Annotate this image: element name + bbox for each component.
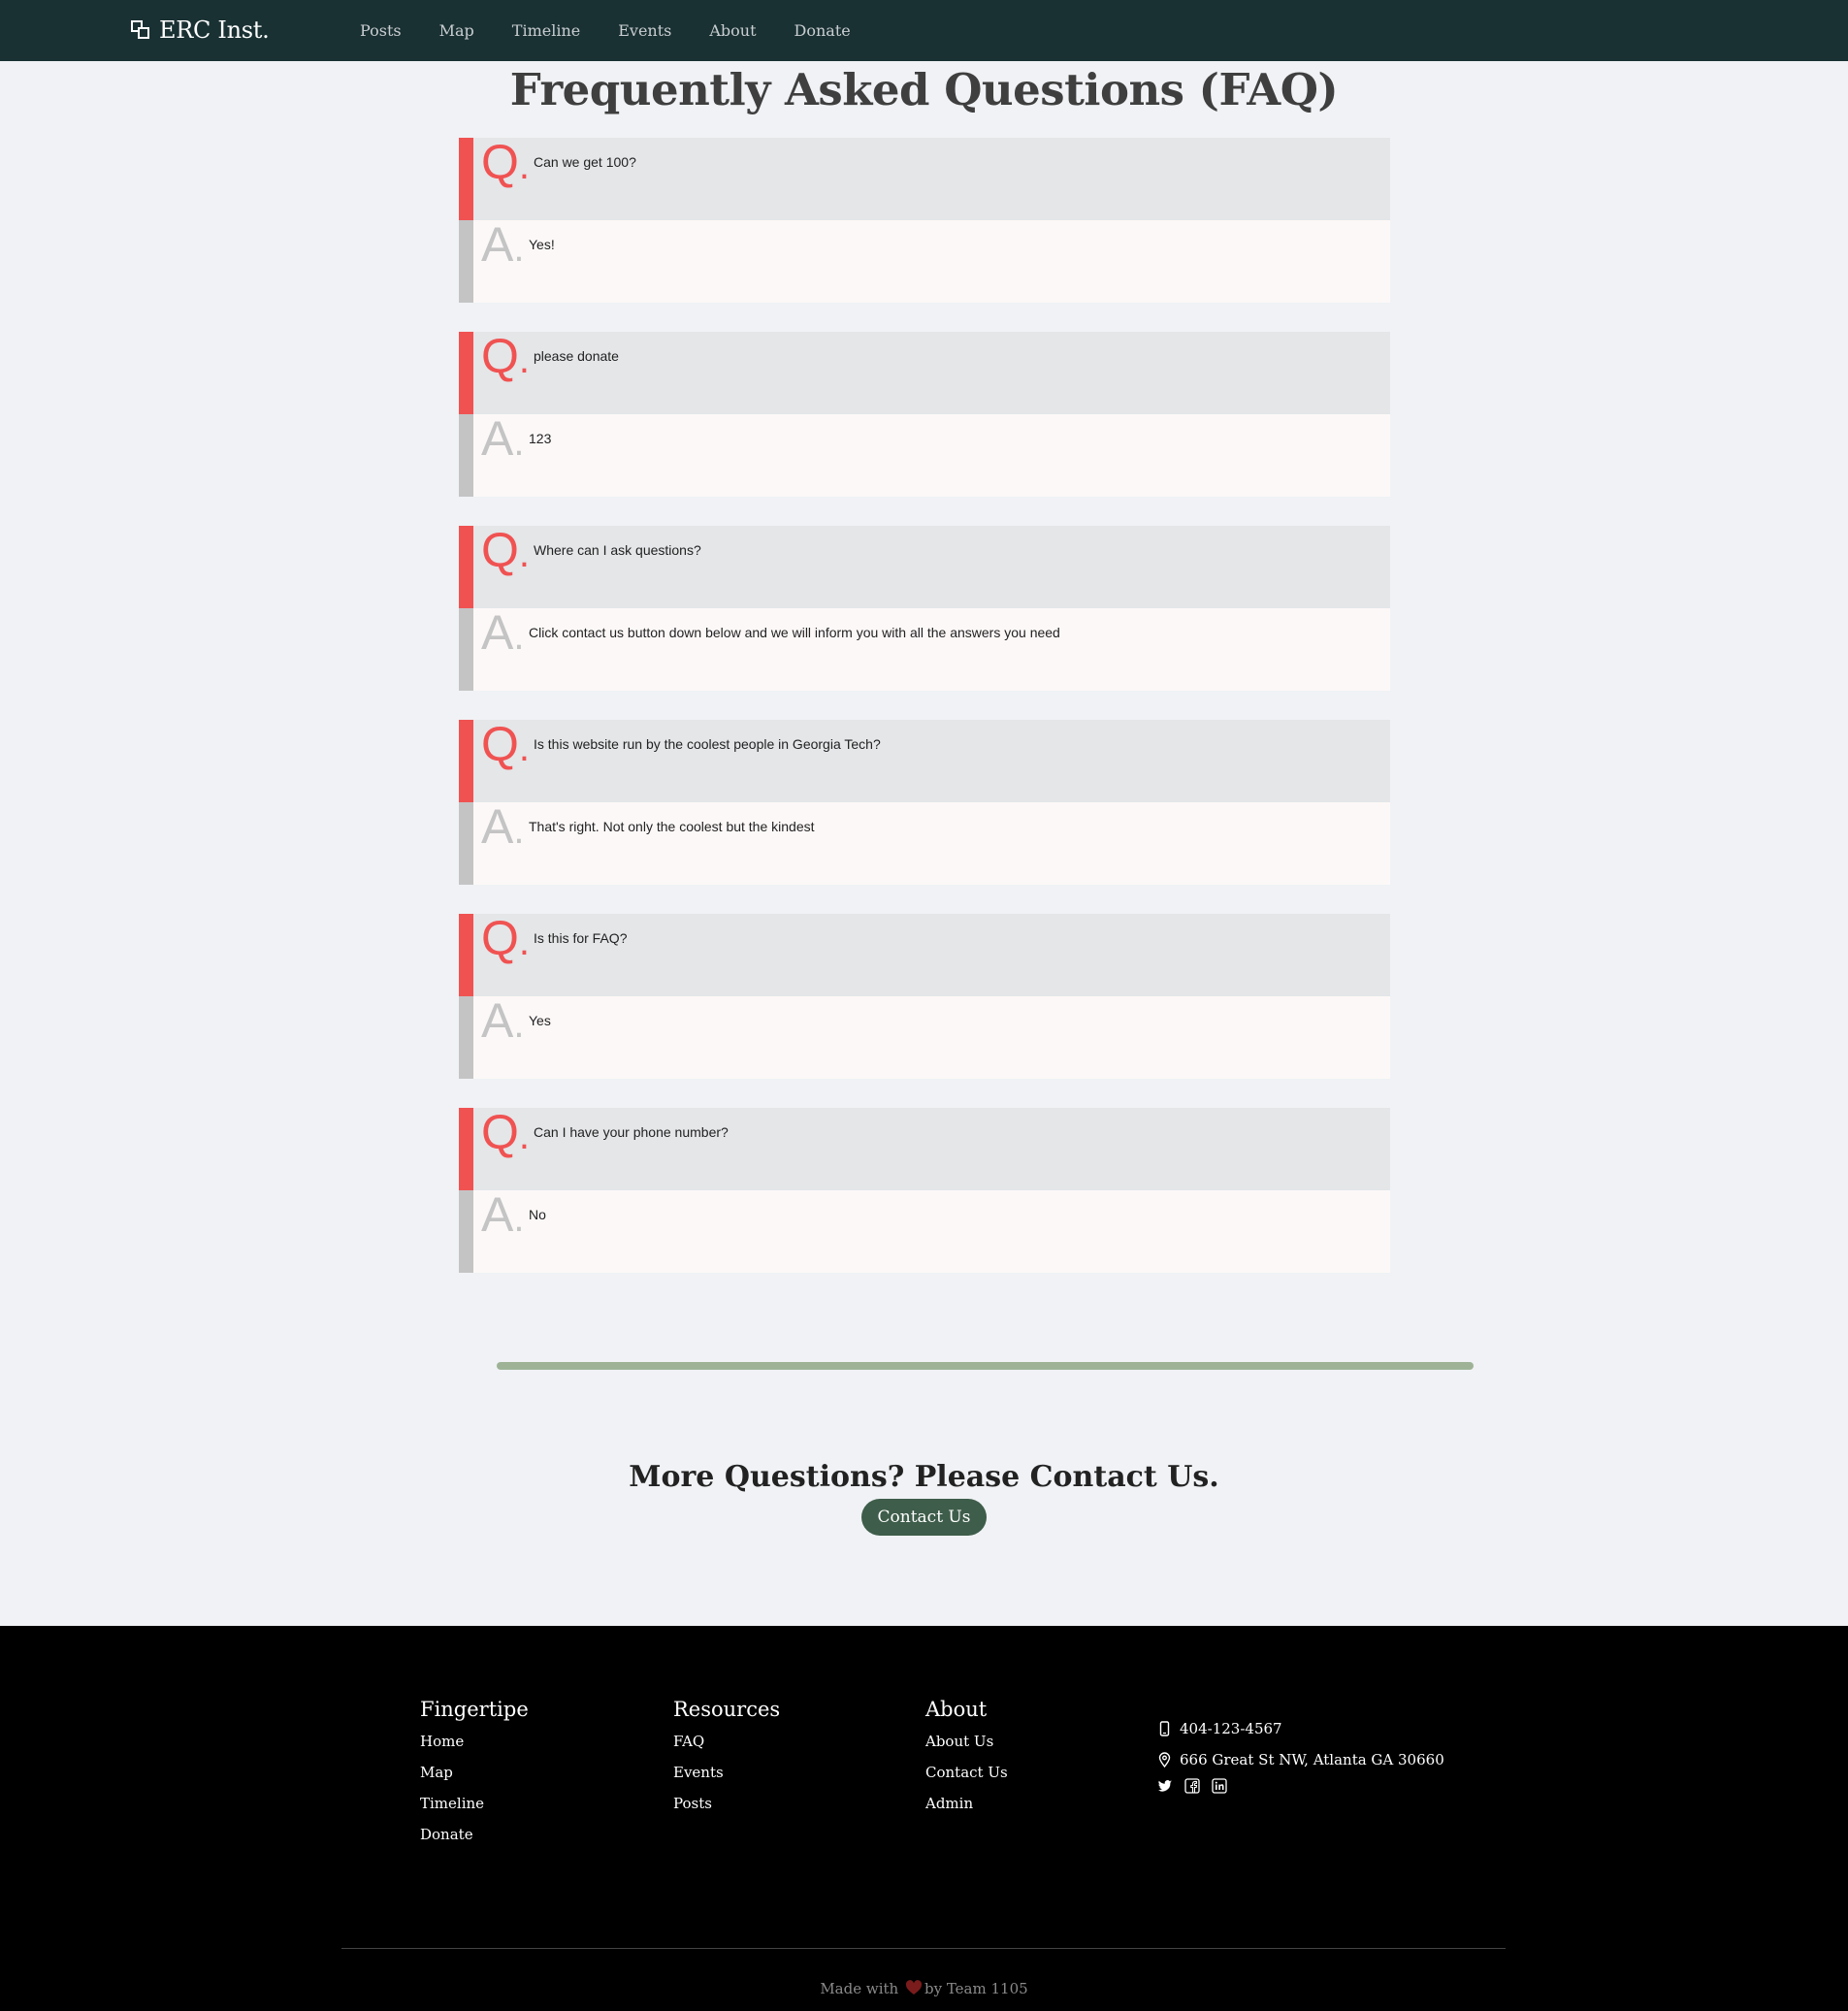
faq-item: Q. Can I have your phone number? A. No	[459, 1105, 1390, 1273]
answer-marker: A.	[481, 605, 525, 660]
linkedin-icon[interactable]	[1212, 1778, 1227, 1794]
question-text: Is this for FAQ?	[534, 930, 628, 946]
section-divider	[497, 1362, 1474, 1370]
answer-marker: A.	[481, 1187, 525, 1242]
faq-answer: A. No	[459, 1187, 1390, 1273]
faq-item: Q. Is this website run by the coolest pe…	[459, 717, 1390, 885]
phone-row: 404-123-4567	[1157, 1713, 1444, 1744]
heart-icon	[905, 1980, 923, 1999]
footer-link-contact-us[interactable]: Contact Us	[925, 1764, 1008, 1795]
question-marker: Q.	[481, 911, 531, 965]
footer-link-admin[interactable]: Admin	[925, 1795, 1008, 1826]
footer-column-about: About About Us Contact Us Admin	[925, 1698, 1008, 1826]
answer-text: No	[529, 1207, 546, 1222]
question-text: Is this website run by the coolest peopl…	[534, 736, 881, 752]
faq-answer: A. Yes	[459, 993, 1390, 1079]
footer-link-posts[interactable]: Posts	[673, 1795, 780, 1826]
logo-icon	[130, 19, 151, 41]
faq-question: Q. Can I have your phone number?	[459, 1105, 1390, 1190]
nav-link-map[interactable]: Map	[439, 21, 474, 40]
site-footer: Fingertipe Home Map Timeline Donate Reso…	[0, 1626, 1848, 2011]
address-row: 666 Great St NW, Atlanta GA 30660	[1157, 1744, 1444, 1775]
faq-item: Q. please donate A. 123	[459, 329, 1390, 497]
question-marker: Q.	[481, 329, 531, 383]
phone-icon	[1157, 1721, 1172, 1736]
question-text: Where can I ask questions?	[534, 542, 701, 558]
faq-question: Q. Is this for FAQ?	[459, 911, 1390, 996]
answer-marker: A.	[481, 993, 525, 1048]
facebook-icon[interactable]	[1184, 1778, 1200, 1794]
made-with-credit: Made with by Team 1105	[820, 1980, 1028, 1999]
faq-item: Q. Where can I ask questions? A. Click c…	[459, 523, 1390, 691]
faq-answer: A. Yes!	[459, 217, 1390, 303]
faq-item: Q. Is this for FAQ? A. Yes	[459, 911, 1390, 1079]
answer-text: Click contact us button down below and w…	[529, 625, 1060, 640]
question-marker: Q.	[481, 1105, 531, 1159]
question-marker: Q.	[481, 523, 531, 577]
footer-link-map[interactable]: Map	[420, 1764, 529, 1795]
question-marker: Q.	[481, 717, 531, 771]
footer-column-resources: Resources FAQ Events Posts	[673, 1698, 780, 1826]
brand-name: ERC Inst.	[159, 16, 270, 44]
contact-us-button[interactable]: Contact Us	[861, 1499, 987, 1536]
faq-answer: A. Click contact us button down below an…	[459, 605, 1390, 691]
nav-links: Posts Map Timeline Events About Donate	[360, 21, 889, 40]
faq-question: Q. Is this website run by the coolest pe…	[459, 717, 1390, 802]
faq-answer: A. That's right. Not only the coolest bu…	[459, 799, 1390, 885]
brand-logo[interactable]: ERC Inst.	[130, 16, 270, 44]
faq-question: Q. please donate	[459, 329, 1390, 414]
faq-question: Q. Can we get 100?	[459, 135, 1390, 220]
answer-marker: A.	[481, 411, 525, 466]
top-navbar: ERC Inst. Posts Map Timeline Events Abou…	[0, 0, 1848, 61]
footer-link-events[interactable]: Events	[673, 1764, 780, 1795]
nav-link-posts[interactable]: Posts	[360, 21, 402, 40]
nav-link-about[interactable]: About	[709, 21, 756, 40]
nav-link-timeline[interactable]: Timeline	[512, 21, 580, 40]
question-marker: Q.	[481, 135, 531, 189]
footer-link-home[interactable]: Home	[420, 1733, 529, 1764]
footer-link-about-us[interactable]: About Us	[925, 1733, 1008, 1764]
footer-column-fingertipe: Fingertipe Home Map Timeline Donate	[420, 1698, 529, 1857]
faq-question: Q. Where can I ask questions?	[459, 523, 1390, 608]
answer-marker: A.	[481, 217, 525, 272]
footer-heading: Fingertipe	[420, 1698, 529, 1721]
answer-text: That's right. Not only the coolest but t…	[529, 819, 815, 834]
question-text: Can I have your phone number?	[534, 1124, 729, 1140]
footer-heading: Resources	[673, 1698, 781, 1721]
question-text: please donate	[534, 348, 619, 364]
contact-heading: More Questions? Please Contact Us.	[629, 1460, 1219, 1494]
faq-item: Q. Can we get 100? A. Yes!	[459, 135, 1390, 303]
phone-number: 404-123-4567	[1180, 1720, 1282, 1737]
answer-text: Yes	[529, 1013, 551, 1028]
nav-link-donate[interactable]: Donate	[794, 21, 851, 40]
footer-link-donate[interactable]: Donate	[420, 1826, 529, 1857]
footer-divider	[341, 1948, 1506, 1949]
footer-link-faq[interactable]: FAQ	[673, 1733, 780, 1764]
location-pin-icon	[1157, 1752, 1172, 1768]
answer-marker: A.	[481, 799, 525, 854]
answer-text: 123	[529, 431, 552, 446]
social-links	[1157, 1775, 1444, 1797]
answer-text: Yes!	[529, 237, 555, 252]
faq-answer: A. 123	[459, 411, 1390, 497]
footer-heading: About	[925, 1698, 988, 1721]
twitter-icon[interactable]	[1157, 1778, 1173, 1794]
question-text: Can we get 100?	[534, 154, 636, 170]
page-title: Frequently Asked Questions (FAQ)	[509, 64, 1339, 115]
nav-link-events[interactable]: Events	[618, 21, 671, 40]
address-text: 666 Great St NW, Atlanta GA 30660	[1180, 1751, 1444, 1768]
footer-contact-info: 404-123-4567 666 Great St NW, Atlanta GA…	[1157, 1713, 1444, 1797]
faq-list: Q. Can we get 100? A. Yes! Q. please don…	[459, 135, 1390, 1302]
footer-link-timeline[interactable]: Timeline	[420, 1795, 529, 1826]
